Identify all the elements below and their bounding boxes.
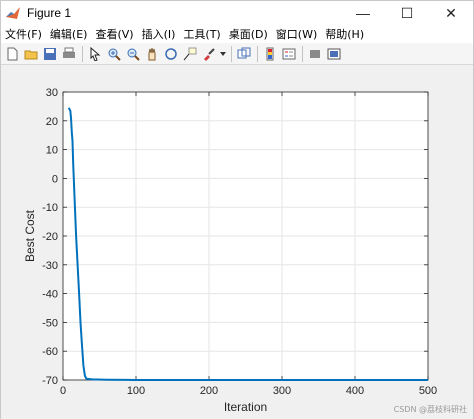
y-tick-label: 20 [46,116,58,128]
watermark: CSDN @荔枝科研社 [393,405,467,414]
x-axis-label: Iteration [224,400,267,414]
show-plot-tools-icon[interactable] [325,45,343,63]
x-tick-label: 500 [419,385,437,397]
legend-icon[interactable] [280,45,298,63]
x-tick-label: 0 [60,385,66,397]
brush-icon[interactable] [200,45,218,63]
y-axis-label: Best Cost [23,209,37,262]
matlab-icon [6,7,20,19]
chevron-down-icon[interactable] [219,45,227,63]
rotate-3d-icon[interactable] [162,45,180,63]
new-figure-icon[interactable] [3,45,21,63]
menu-tools[interactable]: 工具(T) [179,26,224,42]
y-tick-label: 10 [46,145,58,157]
colorbar-icon[interactable] [261,45,279,63]
y-tick-label: -40 [42,289,58,301]
x-tick-label: 100 [127,385,145,397]
link-plot-icon[interactable] [235,45,253,63]
data-cursor-icon[interactable] [181,45,199,63]
y-tick-label: 0 [52,173,58,185]
zoom-out-icon[interactable] [124,45,142,63]
x-tick-label: 300 [273,385,291,397]
pointer-icon[interactable] [86,45,104,63]
menu-view[interactable]: 查看(V) [91,26,137,42]
save-icon[interactable] [41,45,59,63]
figure-window: Figure 1 — ☐ ✕ 文件(F) 编辑(E) 查看(V) 插入(I) 工… [0,0,474,419]
print-icon[interactable] [60,45,78,63]
menu-edit[interactable]: 编辑(E) [46,26,92,42]
toolbar-separator [302,45,303,62]
y-tick-label: -60 [42,346,58,358]
minimize-button[interactable]: — [341,1,385,25]
menu-insert[interactable]: 插入(I) [138,26,180,42]
y-tick-label: -70 [42,375,58,387]
toolbar-separator [82,45,83,62]
menu-help[interactable]: 帮助(H) [321,26,368,42]
window-title: Figure 1 [27,6,72,20]
y-tick-label: 30 [46,87,58,99]
x-tick-label: 200 [200,385,218,397]
open-file-icon[interactable] [22,45,40,63]
menu-window[interactable]: 窗口(W) [272,26,321,42]
y-tick-label: -20 [42,231,58,243]
toolbar-separator [257,45,258,62]
toolbar [1,43,473,65]
title-bar: Figure 1 — ☐ ✕ [1,1,473,25]
y-tick-label: -10 [42,202,58,214]
hide-plot-tools-icon[interactable] [306,45,324,63]
menu-desktop[interactable]: 桌面(D) [225,26,272,42]
y-tick-label: -30 [42,260,58,272]
close-button[interactable]: ✕ [429,1,473,25]
line-chart[interactable]: 0 100 200 300 400 500 -70 -60 -50 -40 -30 -20 -10 0 10… [1,65,473,419]
pan-icon[interactable] [143,45,161,63]
zoom-in-icon[interactable] [105,45,123,63]
x-tick-label: 400 [346,385,364,397]
toolbar-separator [231,45,232,62]
figure-canvas: 0 100 200 300 400 500 -70 -60 -50 -40 -30 -20 -10 0 10… [1,65,473,419]
maximize-button[interactable]: ☐ [385,1,429,25]
menu-file[interactable]: 文件(F) [1,26,46,42]
y-tick-label: -50 [42,317,58,329]
menu-bar: 文件(F) 编辑(E) 查看(V) 插入(I) 工具(T) 桌面(D) 窗口(W… [1,25,473,43]
